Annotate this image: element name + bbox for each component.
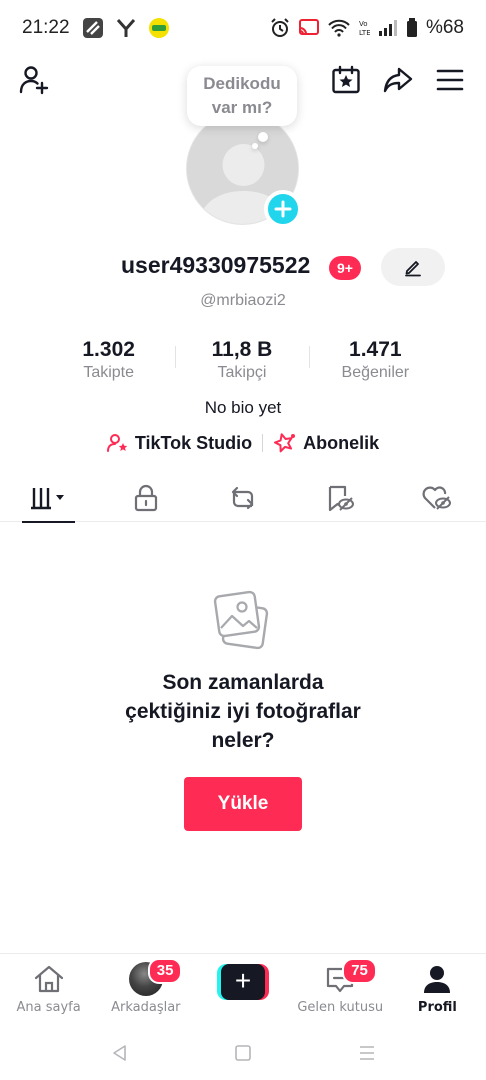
notification-app-icon <box>82 17 104 39</box>
empty-state: Son zamanlarda çektiğiniz iyi fotoğrafla… <box>0 590 486 831</box>
bottom-nav: Ana sayfa 35 Arkadaşlar + 75 Gelen kutus… <box>0 953 486 1025</box>
system-back-button[interactable] <box>107 1041 131 1065</box>
stat-followers[interactable]: 11,8 B Takipçi <box>175 338 308 384</box>
nav-friends-label: Arkadaşlar <box>111 1000 181 1015</box>
add-friend-button[interactable] <box>18 62 50 98</box>
hamburger-menu-icon <box>436 69 464 91</box>
nav-home[interactable]: Ana sayfa <box>0 954 97 1025</box>
share-arrow-icon <box>383 67 413 93</box>
wifi-icon <box>328 19 350 37</box>
plus-icon <box>274 200 292 218</box>
nav-home-label: Ana sayfa <box>16 1000 81 1015</box>
profile-links: TikTok Studio Abonelik <box>0 430 486 456</box>
profile-icon <box>424 966 451 993</box>
svg-text:Vo: Vo <box>359 20 368 28</box>
tiktok-studio-label: TikTok Studio <box>134 432 253 453</box>
recents-menu-icon <box>360 1045 374 1060</box>
empty-title-line-1: Son zamanlarda <box>162 671 324 694</box>
add-user-icon <box>19 66 49 95</box>
tab-reposts[interactable] <box>194 474 291 522</box>
battery-percent: %68 <box>425 17 464 38</box>
battery-icon <box>406 18 418 38</box>
videos-grid-icon <box>30 488 64 510</box>
status-bar: 21:22 Vo LTE %68 <box>0 0 486 56</box>
create-button[interactable]: + <box>217 964 269 1000</box>
notification-app-icon-3 <box>148 17 170 39</box>
system-navigation <box>0 1025 486 1080</box>
stat-value: 1.302 <box>82 338 135 361</box>
tab-videos[interactable] <box>0 474 97 523</box>
upload-button[interactable]: Yükle <box>184 777 302 831</box>
nav-inbox[interactable]: 75 Gelen kutusu <box>292 954 389 1025</box>
friends-badge: 35 <box>147 958 183 984</box>
cast-icon <box>298 18 320 38</box>
nav-profile-label: Profil <box>417 1000 457 1015</box>
tiktok-studio-link[interactable]: TikTok Studio <box>106 432 253 454</box>
home-icon <box>34 965 63 993</box>
subscription-label: Abonelik <box>303 432 380 453</box>
nav-profile[interactable]: Profil <box>389 954 486 1025</box>
alarm-icon <box>270 18 290 38</box>
stat-value: 1.471 <box>349 338 402 361</box>
profile-stats: 1.302 Takipte 11,8 B Takipçi 1.471 Beğen… <box>42 338 442 384</box>
bubble-line-2: var mı? <box>211 98 273 117</box>
bio-text[interactable]: No bio yet <box>0 398 486 418</box>
empty-title-line-3: neler? <box>211 729 275 752</box>
nav-create[interactable]: + <box>194 954 291 1025</box>
stat-label: Beğeniler <box>341 364 410 381</box>
stat-label: Takipçi <box>217 364 267 381</box>
back-triangle-icon <box>113 1044 126 1061</box>
add-avatar-button[interactable] <box>264 190 302 228</box>
inbox-badge: 75 <box>342 958 377 984</box>
link-divider <box>262 434 264 452</box>
home-square-icon <box>235 1044 251 1061</box>
notification-badge[interactable]: 9+ <box>329 256 361 280</box>
system-home-button[interactable] <box>231 1041 255 1065</box>
calendar-star-icon <box>332 65 360 94</box>
user-handle: @mrbiaozi2 <box>200 292 286 309</box>
stat-value: 11,8 B <box>211 338 273 361</box>
signal-icon <box>378 19 398 37</box>
tab-liked[interactable] <box>389 474 486 522</box>
nav-inbox-label: Gelen kutusu <box>297 1000 384 1015</box>
tab-private[interactable] <box>97 474 194 522</box>
stat-following[interactable]: 1.302 Takipte <box>42 338 175 384</box>
menu-button[interactable] <box>434 62 466 98</box>
liked-hidden-icon <box>422 486 452 510</box>
system-recents-button[interactable] <box>355 1041 379 1065</box>
name-row: user49330975522 9+ <box>0 248 486 288</box>
studio-user-star-icon <box>106 434 128 452</box>
empty-title-line-2: çektiğiniz iyi fotoğraflar <box>125 700 361 723</box>
status-time: 21:22 <box>22 17 70 38</box>
svg-text:LTE: LTE <box>359 29 370 37</box>
content-tabs <box>0 474 486 523</box>
saved-hidden-icon <box>329 485 355 512</box>
subscription-star-icon <box>274 433 296 453</box>
repost-icon <box>231 486 254 510</box>
edit-profile-button[interactable] <box>381 248 445 286</box>
tab-saved[interactable] <box>292 474 389 522</box>
username: user49330975522 <box>121 252 311 278</box>
share-button[interactable] <box>382 62 414 98</box>
photos-icon <box>213 590 269 650</box>
bubble-dot-icon <box>258 132 268 142</box>
bubble-dot-small-icon <box>252 143 258 149</box>
volte-icon: Vo LTE <box>358 18 370 38</box>
subscription-link[interactable]: Abonelik <box>273 432 379 454</box>
bubble-line-1: Dedikodu <box>203 74 281 93</box>
pencil-icon <box>405 261 421 277</box>
notification-app-icon-2 <box>116 17 136 39</box>
create-plus-icon: + <box>221 964 265 1000</box>
calendar-star-button[interactable] <box>330 62 362 98</box>
stat-likes[interactable]: 1.471 Beğeniler <box>308 338 442 384</box>
status-bubble[interactable]: Dedikodu var mı? <box>187 66 297 126</box>
nav-friends[interactable]: 35 Arkadaşlar <box>97 954 194 1025</box>
lock-icon <box>134 484 157 512</box>
stat-label: Takipte <box>83 364 135 381</box>
